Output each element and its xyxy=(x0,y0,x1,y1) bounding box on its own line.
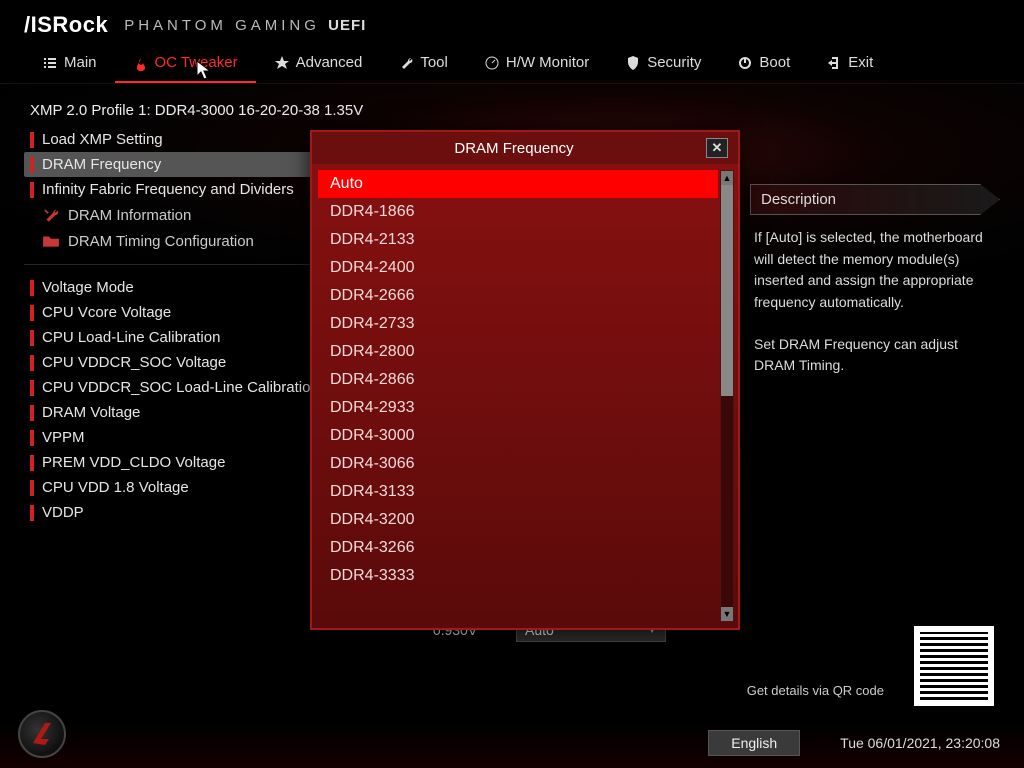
qr-hint: Get details via QR code xyxy=(747,683,884,698)
qr-code xyxy=(914,626,994,706)
modal-option[interactable]: DDR4-2800 xyxy=(318,338,718,366)
modal-option[interactable]: DDR4-2133 xyxy=(318,226,718,254)
scrollbar[interactable]: ▲ ▼ xyxy=(720,170,734,622)
modal-option[interactable]: DDR4-2666 xyxy=(318,282,718,310)
datetime: Tue 06/01/2021, 23:20:08 xyxy=(840,735,1000,751)
modal-option-list: AutoDDR4-1866DDR4-2133DDR4-2400DDR4-2666… xyxy=(318,170,718,622)
description-header: Description xyxy=(750,184,1000,215)
wrench-icon xyxy=(398,55,414,71)
modal-option[interactable]: DDR4-2933 xyxy=(318,394,718,422)
dram-frequency-modal: DRAM Frequency ✕ AutoDDR4-1866DDR4-2133D… xyxy=(310,130,740,630)
nav-tabs: Main OC Tweaker Advanced Tool H/W Monito… xyxy=(0,42,1024,84)
tab-main[interactable]: Main xyxy=(24,48,115,83)
tab-boot[interactable]: Boot xyxy=(719,48,808,83)
modal-option[interactable]: DDR4-3200 xyxy=(318,506,718,534)
modal-option[interactable]: DDR4-3066 xyxy=(318,450,718,478)
flame-icon xyxy=(133,55,149,71)
tab-tool[interactable]: Tool xyxy=(380,48,466,83)
power-icon xyxy=(737,55,753,71)
brand-subtitle: Phantom Gaming UEFI xyxy=(124,17,366,34)
tab-advanced[interactable]: Advanced xyxy=(256,48,381,83)
description-body: If [Auto] is selected, the motherboard w… xyxy=(750,215,1000,326)
modal-option[interactable]: DDR4-2400 xyxy=(318,254,718,282)
modal-option[interactable]: DDR4-3333 xyxy=(318,562,718,590)
close-button[interactable]: ✕ xyxy=(706,138,728,158)
tab-oc-tweaker[interactable]: OC Tweaker xyxy=(115,48,256,83)
modal-option[interactable]: Auto xyxy=(318,170,718,198)
language-selector[interactable]: English xyxy=(708,730,800,756)
folder-icon xyxy=(42,232,60,250)
modal-option[interactable]: DDR4-3133 xyxy=(318,478,718,506)
tools-icon xyxy=(42,206,60,224)
modal-option[interactable]: DDR4-1866 xyxy=(318,198,718,226)
list-icon xyxy=(42,55,58,71)
xmp-profile-title: XMP 2.0 Profile 1: DDR4-3000 16-20-20-38… xyxy=(24,102,414,127)
modal-title: DRAM Frequency xyxy=(322,140,706,157)
phantom-gaming-logo xyxy=(18,710,66,758)
exit-icon xyxy=(826,55,842,71)
modal-option[interactable]: DDR4-2866 xyxy=(318,366,718,394)
scroll-up-button[interactable]: ▲ xyxy=(721,171,733,185)
gauge-icon xyxy=(484,55,500,71)
scroll-down-button[interactable]: ▼ xyxy=(721,607,733,621)
tab-exit[interactable]: Exit xyxy=(808,48,891,83)
tab-hw-monitor[interactable]: H/W Monitor xyxy=(466,48,607,83)
star-icon xyxy=(274,55,290,71)
tab-security[interactable]: Security xyxy=(607,48,719,83)
shield-icon xyxy=(625,55,641,71)
description-body-2: Set DRAM Frequency can adjust DRAM Timin… xyxy=(750,326,1000,377)
header-bar: /ISRock Phantom Gaming UEFI xyxy=(0,0,1024,42)
scroll-thumb[interactable] xyxy=(721,185,733,396)
modal-option[interactable]: DDR4-3266 xyxy=(318,534,718,562)
brand-logo: /ISRock xyxy=(24,12,108,38)
modal-option[interactable]: DDR4-3000 xyxy=(318,422,718,450)
modal-option[interactable]: DDR4-2733 xyxy=(318,310,718,338)
